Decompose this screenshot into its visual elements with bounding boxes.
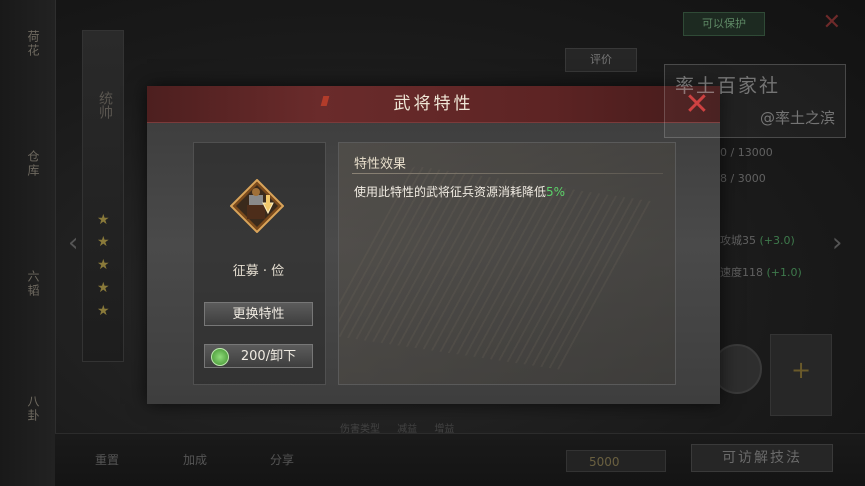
next-arrow-icon[interactable]: › xyxy=(832,228,842,258)
modal-header: 武将特性 ✕ xyxy=(147,86,720,123)
rail-item-1[interactable]: 荷花 xyxy=(12,30,40,58)
star-icon: ★ xyxy=(97,234,110,250)
background-close-icon[interactable]: ✕ xyxy=(823,10,841,35)
rail-item-3[interactable]: 六韬 xyxy=(12,270,40,298)
unload-trait-button[interactable]: 200/卸下 xyxy=(204,344,313,368)
stat-line-1: 0 / 13000 xyxy=(720,146,773,159)
star-icon: ★ xyxy=(97,303,110,319)
trait-modal: 武将特性 ✕ 征募 · 俭 更换特性 200/卸下 特性效果 使用此特性的武将征… xyxy=(147,86,720,404)
stat-line-4: 速度118 (+1.0) xyxy=(720,266,802,279)
modal-title: 武将特性 xyxy=(393,94,474,114)
watermark-line1: 率土百家社 xyxy=(675,75,781,97)
rail-item-4[interactable]: 八卦 xyxy=(12,395,40,423)
rank-label: 统帅 xyxy=(97,91,113,119)
trait-name: 征募 · 俭 xyxy=(232,264,285,279)
rail-item-2[interactable]: 仓库 xyxy=(12,150,40,178)
stat-line-2: 8 / 3000 xyxy=(720,172,766,185)
coin-display: 5000 xyxy=(566,450,666,472)
star-icon: ★ xyxy=(97,257,110,273)
top-protect-button[interactable]: 可以保护 xyxy=(683,12,765,36)
effect-value: 5% xyxy=(546,185,566,199)
effect-title: 特性效果 xyxy=(354,157,407,172)
effect-panel: 特性效果 使用此特性的武将征兵资源消耗降低5% xyxy=(338,142,676,385)
star-icon: ★ xyxy=(97,280,110,296)
left-nav-rail: 荷花 仓库 六韬 八卦 xyxy=(0,0,56,486)
reset-button[interactable]: 重置 xyxy=(95,451,119,468)
unlock-method-button[interactable]: 可访解技法 xyxy=(691,444,833,472)
jade-coin-icon xyxy=(211,348,229,366)
tab-evaluation[interactable]: 评价 xyxy=(565,48,637,72)
soldier-down-arrow-icon xyxy=(230,179,284,233)
unload-label: 200/卸下 xyxy=(240,349,297,364)
change-trait-button[interactable]: 更换特性 xyxy=(204,302,313,326)
stat-line-3: 攻城35 (+3.0) xyxy=(720,234,795,247)
watermark-line2: @率土之滨 xyxy=(759,109,835,127)
effect-description: 使用此特性的武将征兵资源消耗降低5% xyxy=(354,185,566,199)
add-skill-button[interactable]: + xyxy=(770,334,832,416)
watermark: 率土百家社 @率土之滨 xyxy=(664,64,846,138)
bonus-button[interactable]: 加成 xyxy=(183,451,207,468)
share-button[interactable]: 分享 xyxy=(270,451,294,468)
prev-arrow-icon[interactable]: ‹ xyxy=(68,228,78,258)
star-icon: ★ xyxy=(97,212,110,228)
effect-divider xyxy=(352,173,663,174)
